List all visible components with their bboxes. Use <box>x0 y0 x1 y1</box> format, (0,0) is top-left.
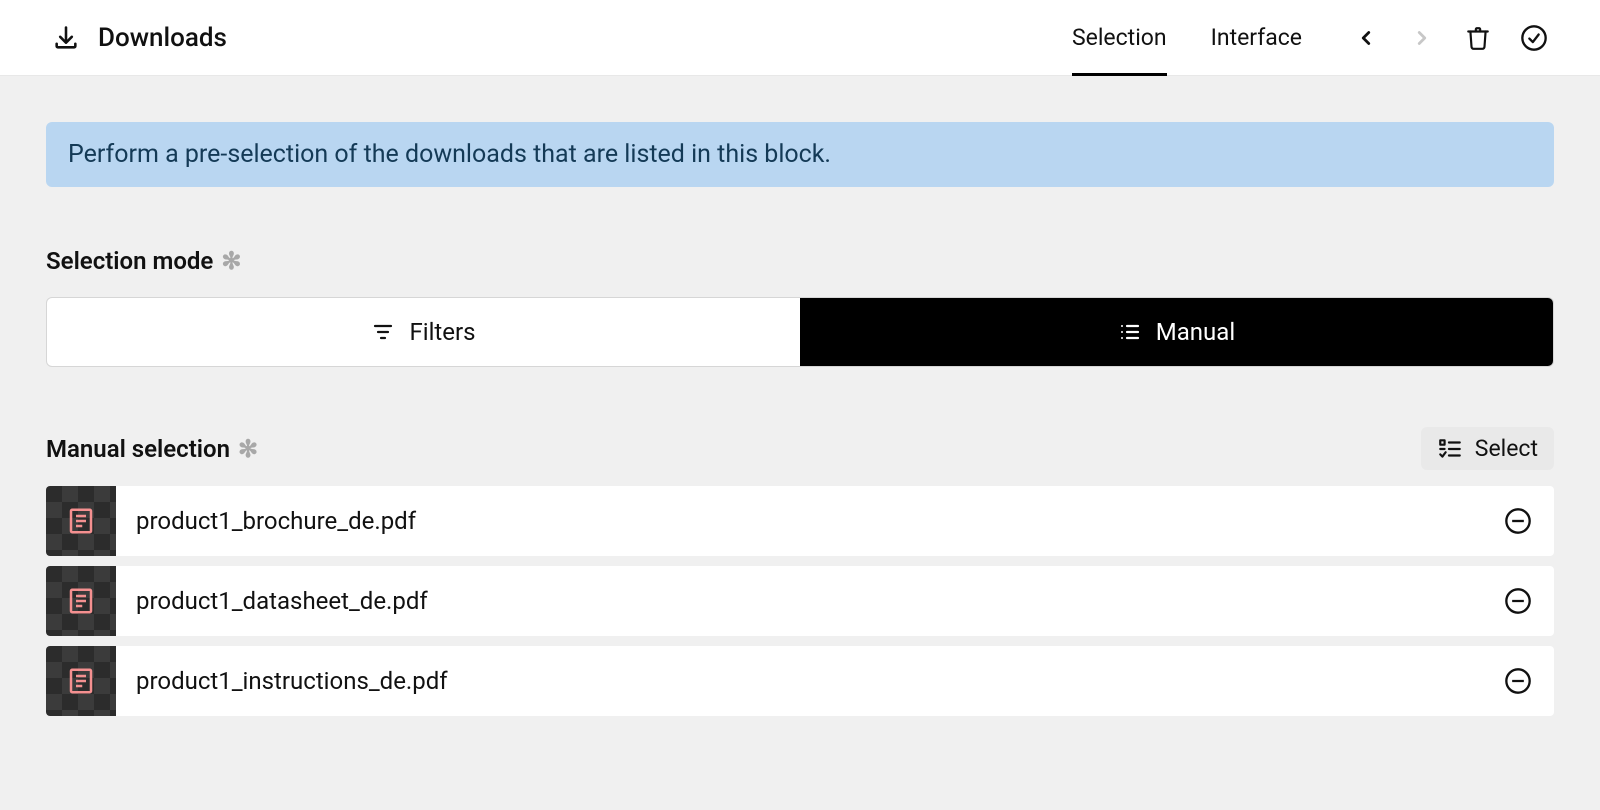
required-indicator: ✻ <box>238 435 258 463</box>
page-title: Downloads <box>98 23 227 53</box>
label-text: Selection mode <box>46 247 213 275</box>
required-indicator: ✻ <box>221 247 241 275</box>
select-button[interactable]: Select <box>1421 427 1554 470</box>
manual-selection-label: Manual selection ✻ <box>46 435 258 463</box>
segment-label: Filters <box>409 318 475 346</box>
select-button-label: Select <box>1475 435 1538 462</box>
content: Perform a pre-selection of the downloads… <box>0 76 1600 762</box>
filter-icon <box>371 320 395 344</box>
remove-button[interactable] <box>1482 667 1554 695</box>
selection-mode-label: Selection mode ✻ <box>46 247 1554 275</box>
tab-interface[interactable]: Interface <box>1189 0 1324 76</box>
file-thumbnail <box>46 646 116 716</box>
info-banner: Perform a pre-selection of the downloads… <box>46 122 1554 187</box>
manual-selection-list: product1_brochure_de.pdf product1_datash… <box>46 486 1554 716</box>
banner-text: Perform a pre-selection of the downloads… <box>68 140 831 169</box>
document-icon <box>66 666 96 696</box>
file-thumbnail <box>46 566 116 636</box>
file-thumbnail <box>46 486 116 556</box>
file-name: product1_brochure_de.pdf <box>116 507 1482 535</box>
header-actions <box>1352 24 1548 52</box>
download-icon <box>52 24 80 52</box>
prev-button[interactable] <box>1352 24 1380 52</box>
segment-filters[interactable]: Filters <box>47 298 800 366</box>
tab-selection[interactable]: Selection <box>1050 0 1189 76</box>
segment-label: Manual <box>1156 318 1235 346</box>
tabs: Selection Interface <box>1050 0 1324 76</box>
document-icon <box>66 506 96 536</box>
list-item[interactable]: product1_instructions_de.pdf <box>46 646 1554 716</box>
header-left: Downloads <box>52 23 227 53</box>
segment-manual[interactable]: Manual <box>800 298 1553 366</box>
document-icon <box>66 586 96 616</box>
list-item[interactable]: product1_brochure_de.pdf <box>46 486 1554 556</box>
file-name: product1_instructions_de.pdf <box>116 667 1482 695</box>
list-item[interactable]: product1_datasheet_de.pdf <box>46 566 1554 636</box>
label-text: Manual selection <box>46 435 230 463</box>
manual-selection-header: Manual selection ✻ Select <box>46 427 1554 470</box>
list-icon <box>1118 320 1142 344</box>
header-right: Selection Interface <box>1050 0 1548 76</box>
select-list-icon <box>1437 436 1463 462</box>
check-circle-button[interactable] <box>1520 24 1548 52</box>
remove-button[interactable] <box>1482 507 1554 535</box>
tab-label: Interface <box>1211 24 1302 51</box>
next-button <box>1408 24 1436 52</box>
tab-label: Selection <box>1072 24 1167 51</box>
remove-button[interactable] <box>1482 587 1554 615</box>
header: Downloads Selection Interface <box>0 0 1600 76</box>
trash-button[interactable] <box>1464 24 1492 52</box>
selection-mode-toggle: Filters Manual <box>46 297 1554 367</box>
file-name: product1_datasheet_de.pdf <box>116 587 1482 615</box>
